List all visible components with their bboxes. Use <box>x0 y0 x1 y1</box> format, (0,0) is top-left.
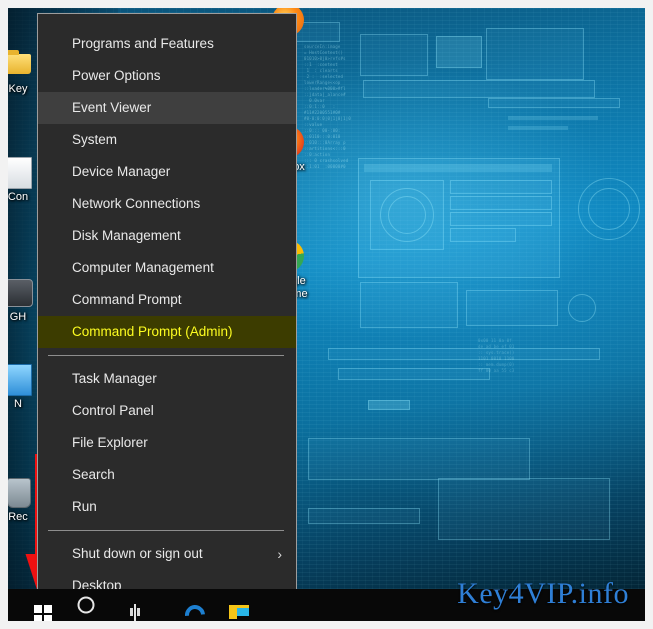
winx-power-user-menu[interactable]: Programs and Features Power Options Even… <box>37 13 297 598</box>
menu-item-run[interactable]: Run <box>38 491 296 523</box>
wallpaper-hud-panel <box>360 34 428 76</box>
menu-item-programs-and-features[interactable]: Programs and Features <box>38 28 296 60</box>
menu-item-label: Device Manager <box>72 164 171 179</box>
cortana-circle-icon <box>77 596 95 614</box>
menu-separator <box>48 530 284 531</box>
wallpaper-hud-panel <box>450 212 552 226</box>
wallpaper-hud-bar <box>364 164 552 172</box>
wallpaper-hud-panel <box>488 98 620 108</box>
wallpaper-hud-panel <box>338 368 490 380</box>
menu-item-label: Disk Management <box>72 228 181 243</box>
wallpaper-hud-panel <box>328 348 600 360</box>
wallpaper-hud-bar <box>508 116 598 120</box>
menu-item-label: Control Panel <box>72 403 154 418</box>
task-view-icon <box>134 604 136 621</box>
wallpaper-hud-ring <box>588 188 630 230</box>
menu-item-label: Search <box>72 467 115 482</box>
wallpaper-hud-ring <box>568 294 596 322</box>
cortana-search-button[interactable] <box>64 589 108 621</box>
menu-item-label: Task Manager <box>72 371 157 386</box>
wallpaper-hud-panel <box>308 438 530 480</box>
screenshot-frame: sourceIn:image = HostContext() 01010>0j0… <box>0 0 653 629</box>
menu-item-shut-down-or-sign-out[interactable]: Shut down or sign out › <box>38 538 296 570</box>
microsoft-store-button[interactable] <box>211 589 255 621</box>
wallpaper-hud-panel <box>360 282 458 328</box>
document-icon <box>8 363 34 396</box>
menu-item-command-prompt-admin[interactable]: Command Prompt (Admin) <box>38 316 296 348</box>
chevron-right-icon: › <box>277 546 282 562</box>
menu-item-task-manager[interactable]: Task Manager <box>38 363 296 395</box>
wallpaper-hud-bar <box>508 126 568 130</box>
start-button[interactable] <box>12 589 56 621</box>
wallpaper-hud-panel <box>450 180 552 194</box>
menu-item-label: Run <box>72 499 97 514</box>
menu-item-label: Power Options <box>72 68 161 83</box>
edge-icon <box>180 600 210 621</box>
menu-top-padding <box>38 14 296 28</box>
microsoft-edge-button[interactable] <box>163 589 210 621</box>
menu-item-label: Shut down or sign out <box>72 546 203 561</box>
menu-item-label: Computer Management <box>72 260 214 275</box>
menu-item-device-manager[interactable]: Device Manager <box>38 156 296 188</box>
menu-item-label: Event Viewer <box>72 100 152 115</box>
menu-item-search[interactable]: Search <box>38 459 296 491</box>
menu-item-system[interactable]: System <box>38 124 296 156</box>
wallpaper-hud-panel <box>486 28 584 80</box>
watermark: Key4VIP.info <box>457 577 629 610</box>
wallpaper-hud-panel <box>368 400 410 410</box>
menu-item-label: System <box>72 132 118 147</box>
folder-icon <box>8 48 34 80</box>
menu-item-label: Programs and Features <box>72 36 214 51</box>
menu-separator <box>48 355 284 356</box>
game-icon <box>8 276 34 308</box>
document-icon <box>8 156 34 189</box>
menu-item-control-panel[interactable]: Control Panel <box>38 395 296 427</box>
menu-item-label: Command Prompt (Admin) <box>72 324 233 339</box>
wallpaper-hud-panel <box>450 228 516 242</box>
menu-item-label: Command Prompt <box>72 292 182 307</box>
desktop-screen: sourceIn:image = HostContext() 01010>0j0… <box>8 8 645 621</box>
wallpaper-hud-ring <box>388 196 426 234</box>
menu-item-network-connections[interactable]: Network Connections <box>38 188 296 220</box>
wallpaper-hud-panel <box>466 290 558 326</box>
menu-item-label: Network Connections <box>72 196 201 211</box>
menu-item-command-prompt[interactable]: Command Prompt <box>38 284 296 316</box>
wallpaper-hud-panel <box>363 80 595 98</box>
wallpaper-hud-panel <box>450 196 552 210</box>
menu-item-event-viewer[interactable]: Event Viewer <box>38 92 296 124</box>
menu-item-disk-management[interactable]: Disk Management <box>38 220 296 252</box>
task-view-button[interactable] <box>112 589 156 621</box>
menu-item-file-explorer[interactable]: File Explorer <box>38 427 296 459</box>
menu-item-label: File Explorer <box>72 435 148 450</box>
wallpaper-hud-panel <box>436 36 482 68</box>
wallpaper-code-text: 0x00 11 0a 0f de ad be ef 01 :: sys.trac… <box>478 338 515 373</box>
wallpaper-hud-panel <box>308 508 420 524</box>
menu-item-computer-management[interactable]: Computer Management <box>38 252 296 284</box>
menu-item-power-options[interactable]: Power Options <box>38 60 296 92</box>
wallpaper-hud-panel <box>438 478 610 540</box>
